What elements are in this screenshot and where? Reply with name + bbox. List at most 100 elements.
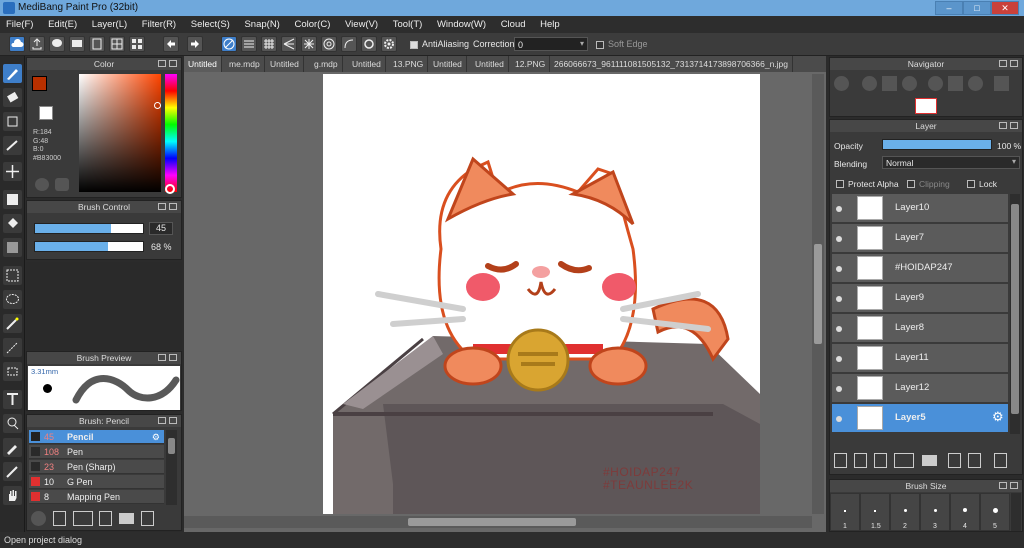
rotate-right-icon[interactable] (968, 76, 983, 91)
brush-item-mapping-pen[interactable]: 8 Mapping Pen (29, 490, 164, 504)
tab-untitled-3[interactable]: Untitled (348, 56, 386, 72)
circle-snap-icon[interactable] (361, 36, 377, 52)
flip-icon[interactable] (994, 76, 1009, 91)
panel-close-icon[interactable] (169, 203, 177, 210)
add-brush-icon[interactable] (73, 511, 93, 526)
panel-detach-icon[interactable] (158, 417, 166, 424)
tab-untitled-4[interactable]: Untitled (429, 56, 467, 72)
brush-list-scrollbar[interactable] (166, 430, 177, 505)
layer-row[interactable]: Layer8 (832, 314, 1008, 343)
select-pen-tool-icon[interactable] (3, 338, 22, 357)
brush-size-cell[interactable]: 1.5 (860, 493, 890, 531)
divide-tool-icon[interactable] (3, 462, 22, 481)
brush-size-input[interactable]: 45 (149, 222, 173, 235)
lasso-tool-icon[interactable] (3, 290, 22, 309)
palette-icon[interactable] (35, 178, 49, 191)
menu-select[interactable]: Select(S) (185, 16, 236, 30)
canvas-hscroll-thumb[interactable] (408, 518, 576, 526)
brush-size-cell[interactable]: 2 (890, 493, 920, 531)
panel-detach-icon[interactable] (999, 482, 1007, 489)
settings-gear-icon[interactable] (381, 36, 397, 52)
rotate-left-icon[interactable] (928, 76, 943, 91)
color-history-icon[interactable] (55, 178, 69, 191)
select-eraser-tool-icon[interactable] (3, 362, 22, 381)
visibility-eye-icon[interactable] (836, 416, 842, 422)
brush-item-pen[interactable]: 108 Pen (29, 445, 164, 459)
duplicate-layer-icon[interactable] (948, 453, 961, 468)
layer-list-scrollbar[interactable] (1010, 194, 1020, 434)
menu-color[interactable]: Color(C) (288, 16, 336, 30)
brush-copy-icon[interactable] (141, 511, 154, 526)
operation-tool-icon[interactable] (3, 414, 22, 433)
panel-close-icon[interactable] (1010, 60, 1018, 67)
rectangle-fill-tool-icon[interactable] (3, 190, 22, 209)
brush-doc-icon[interactable] (99, 511, 112, 526)
curve-snap-icon[interactable] (341, 36, 357, 52)
panel-close-icon[interactable] (169, 60, 177, 67)
snap-off-icon[interactable] (221, 36, 237, 52)
undo-icon[interactable] (163, 36, 179, 52)
layer-opacity-slider[interactable] (882, 139, 992, 150)
brush-item-pencil[interactable]: 45 Pencil ⚙ (29, 430, 164, 444)
panel-detach-icon[interactable] (999, 60, 1007, 67)
panel-detach-icon[interactable] (999, 122, 1007, 129)
brush-size-cell[interactable]: 5 (980, 493, 1010, 531)
layer-folder-icon[interactable] (922, 455, 937, 466)
layer-settings-gear-icon[interactable]: ⚙ (992, 409, 1004, 425)
cloud-icon[interactable] (9, 36, 25, 52)
panel-close-icon[interactable] (1010, 482, 1018, 489)
layer-row[interactable]: Layer7 (832, 224, 1008, 253)
hue-slider[interactable] (165, 74, 177, 194)
brush-tool-icon[interactable] (3, 64, 22, 83)
panel-close-icon[interactable] (1010, 122, 1018, 129)
fit-window-icon[interactable] (882, 76, 897, 91)
dot-tool-icon[interactable] (3, 112, 22, 131)
panel-detach-icon[interactable] (158, 203, 166, 210)
saturation-value-picker[interactable] (79, 74, 161, 192)
menu-window[interactable]: Window(W) (431, 16, 492, 30)
primary-color-swatch[interactable] (32, 76, 47, 91)
layer-row[interactable]: Layer12 (832, 374, 1008, 403)
move-tool-icon[interactable] (3, 162, 22, 181)
canvas-vscroll-thumb[interactable] (814, 244, 822, 344)
minimize-button[interactable]: – (935, 1, 963, 15)
delete-layer-icon[interactable] (994, 453, 1007, 468)
select-rect-tool-icon[interactable] (3, 266, 22, 285)
panel-detach-icon[interactable] (158, 354, 166, 361)
panel-layout-icon[interactable] (129, 36, 145, 52)
tab-untitled-2[interactable]: Untitled (266, 56, 304, 72)
zoom-out-icon[interactable] (902, 76, 917, 91)
visibility-eye-icon[interactable] (836, 236, 842, 242)
maximize-button[interactable]: □ (963, 1, 991, 15)
brush-opacity-slider[interactable] (34, 241, 144, 252)
merge-layer-icon[interactable] (968, 453, 981, 468)
visibility-eye-icon[interactable] (836, 296, 842, 302)
grid-doc-icon[interactable] (109, 36, 125, 52)
canvas-vertical-scrollbar[interactable] (812, 74, 824, 514)
new-1bit-layer-icon[interactable] (874, 453, 887, 468)
tab-g-mdp[interactable]: g.mdp (310, 56, 343, 72)
clipping-checkbox[interactable] (907, 178, 915, 188)
tab-me-mdp[interactable]: me.mdp (225, 56, 265, 72)
lock-checkbox[interactable] (967, 178, 975, 188)
brush-folder-icon[interactable] (119, 513, 134, 524)
menu-view[interactable]: View(V) (339, 16, 384, 30)
blending-select[interactable]: Normal ▾ (882, 156, 1020, 169)
panel-close-icon[interactable] (169, 417, 177, 424)
blur-tool-icon[interactable] (3, 136, 22, 155)
brush-size-scrollbar[interactable] (1011, 493, 1021, 531)
menu-file[interactable]: File(F) (0, 16, 39, 30)
protect-alpha-checkbox[interactable] (836, 178, 844, 188)
visibility-eye-icon[interactable] (836, 206, 842, 212)
navigator-thumbnail[interactable] (915, 98, 937, 114)
menu-edit[interactable]: Edit(E) (42, 16, 83, 30)
menu-help[interactable]: Help (534, 16, 566, 30)
visibility-eye-icon[interactable] (836, 326, 842, 332)
parallel-snap-icon[interactable] (241, 36, 257, 52)
text-tool-icon[interactable] (3, 390, 22, 409)
canvas-paper[interactable]: #HOIDAP247 #TEAUNLEE2K (323, 74, 760, 514)
brush-item-g-pen[interactable]: 10 G Pen (29, 475, 164, 489)
brush-size-cell[interactable]: 1 (830, 493, 860, 531)
hue-slider-thumb[interactable] (165, 184, 175, 194)
panel-detach-icon[interactable] (158, 60, 166, 67)
